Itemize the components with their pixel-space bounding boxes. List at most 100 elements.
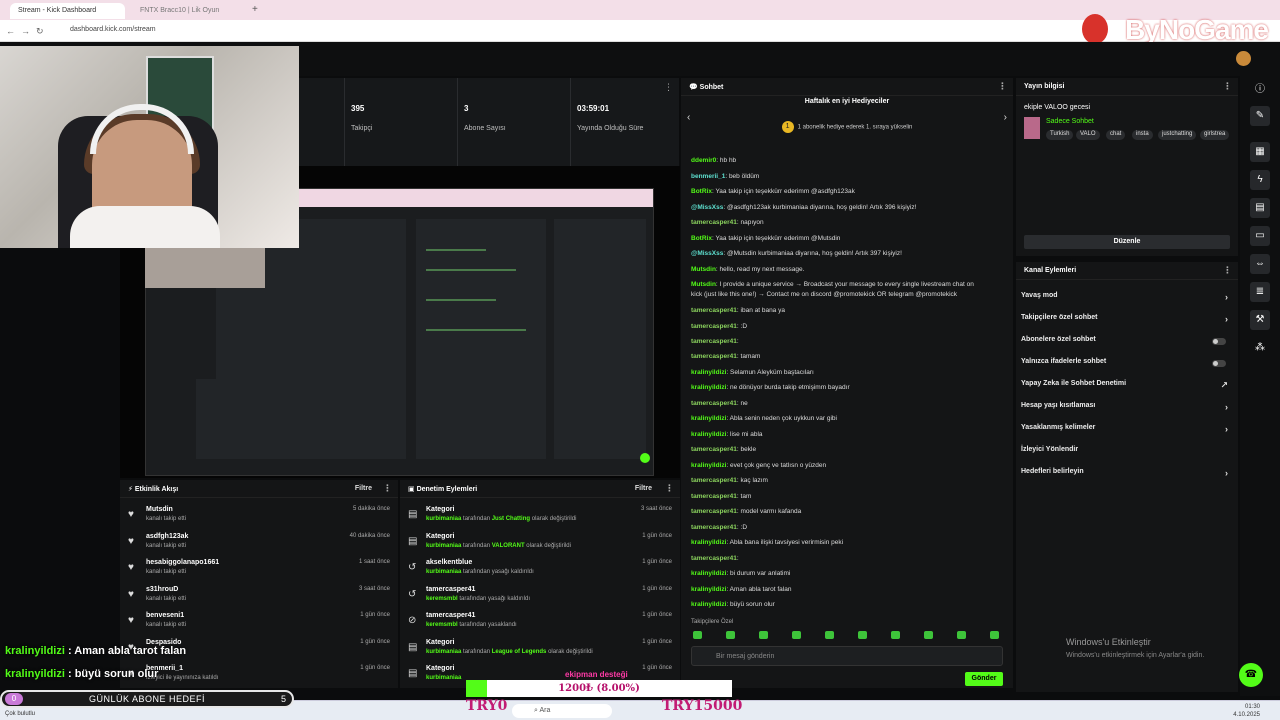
emote-icon[interactable] <box>825 631 834 639</box>
chat-username[interactable]: kralinyildizi <box>691 384 726 391</box>
chat-username[interactable]: tamercasper41 <box>691 524 737 531</box>
taskbar-weather[interactable]: Çok bulutlu <box>5 711 35 717</box>
activity-row[interactable]: ♥ asdfgh123ak kanalı takip etti 40 dakika ö… <box>120 529 398 556</box>
moderation-filter-button[interactable]: Filtre <box>635 485 652 492</box>
list-icon[interactable]: ≣ <box>1250 282 1270 302</box>
send-button[interactable]: Gönder <box>965 672 1003 686</box>
chat-username[interactable]: kralinyildizi <box>691 601 726 608</box>
channel-action-8[interactable]: Hedefleri belirleyin › <box>1021 468 1230 486</box>
help-chat-icon[interactable]: ☎ <box>1239 663 1263 687</box>
emote-icon[interactable] <box>957 631 966 639</box>
toggle-switch[interactable] <box>1212 360 1226 367</box>
wrench-icon[interactable]: ⚒ <box>1250 310 1270 330</box>
emote-icon[interactable] <box>924 631 933 639</box>
channel-action-7[interactable]: İzleyici Yönlendir <box>1021 446 1230 464</box>
moderation-menu-icon[interactable]: ⋮ <box>665 483 674 494</box>
channel-actions-menu-icon[interactable]: ⋮ <box>1223 265 1232 276</box>
activity-row[interactable]: ♥ benmerii_1 İzleyici ile yayınınıza katıl… <box>120 661 398 688</box>
toggle-switch[interactable] <box>1212 338 1226 345</box>
forward-icon[interactable]: → <box>21 26 30 36</box>
moderation-row[interactable]: ↺ tamercasper41 keremsmbl tarafından yasağ… <box>400 582 680 609</box>
activity-menu-icon[interactable]: ⋮ <box>383 483 392 494</box>
avatar[interactable] <box>1236 51 1251 66</box>
chat-username[interactable]: tamercasper41 <box>691 508 737 515</box>
channel-action-5[interactable]: Hesap yaşı kısıtlaması › <box>1021 402 1230 420</box>
chat-username[interactable]: tamercasper41 <box>691 400 737 407</box>
chat-username[interactable]: Mutsdin <box>691 266 716 273</box>
moderation-row[interactable]: ▤ Kategori kurbimaniaa tarafından Just Cha… <box>400 502 680 529</box>
chat-username[interactable]: tamercasper41 <box>691 477 737 484</box>
stream-tag[interactable]: insta <box>1132 130 1153 140</box>
share-icon[interactable]: ⁂ <box>1250 338 1270 358</box>
stats-menu-icon[interactable]: ⋮ <box>664 82 673 93</box>
reload-icon[interactable]: ↻ <box>36 26 44 37</box>
channel-action-6[interactable]: Yasaklanmış kelimeler › <box>1021 424 1230 442</box>
activity-row[interactable]: ♥ Mutsdin kanalı takip etti 5 dakika önce <box>120 502 398 529</box>
chat-username[interactable]: BotRix <box>691 188 712 195</box>
channel-action-2[interactable]: Abonelere özel sohbet <box>1021 336 1230 354</box>
stream-tag[interactable]: girlstrea <box>1200 130 1230 140</box>
activity-row[interactable]: ♥ s31hrouD kanalı takip etti 3 saat önce <box>120 582 398 609</box>
emote-icon[interactable] <box>726 631 735 639</box>
chat-username[interactable]: ddemir0 <box>691 157 716 164</box>
pencil-icon[interactable]: ✎ <box>1250 106 1270 126</box>
moderation-row[interactable]: ▤ Kategori kurbimaniaa tarafından League o… <box>400 635 680 662</box>
activity-row[interactable]: ♥ hesabiggolanapo1661 kanalı takip etti 1 s… <box>120 555 398 582</box>
url-input[interactable]: dashboard.kick.com/stream <box>70 26 156 33</box>
taskbar-search[interactable]: ⌕ Ara <box>512 704 612 718</box>
document-icon[interactable]: ▤ <box>1250 198 1270 218</box>
chat-username[interactable]: kralinyildizi <box>691 431 726 438</box>
chat-username[interactable]: tamercasper41 <box>691 353 737 360</box>
chat-input[interactable]: Bir mesaj gönderin <box>691 646 1003 666</box>
info-icon[interactable]: ⓘ <box>1250 80 1270 100</box>
back-icon[interactable]: ← <box>6 26 15 36</box>
edit-button[interactable]: Düzenle <box>1024 235 1230 249</box>
emote-icon[interactable] <box>858 631 867 639</box>
moderation-row[interactable]: ⊘ tamercasper41 keremsmbl tarafından yasak… <box>400 608 680 635</box>
chat-username[interactable]: tamercasper41 <box>691 555 737 562</box>
new-tab-icon[interactable]: + <box>252 4 258 15</box>
taskbar-clock[interactable]: 01:30 4.10.2025 <box>1233 703 1260 719</box>
chat-username[interactable]: tamercasper41 <box>691 446 737 453</box>
chat-menu-icon[interactable]: ⋮ <box>998 81 1007 92</box>
activity-row[interactable]: ♥ benveseni1 kanalı takip etti 1 gün önce <box>120 608 398 635</box>
stream-info-menu-icon[interactable]: ⋮ <box>1223 81 1232 92</box>
chat-username[interactable]: kralinyildizi <box>691 415 726 422</box>
chat-username[interactable]: kralinyildizi <box>691 369 726 376</box>
stream-tag[interactable]: Turkish <box>1046 130 1074 140</box>
chat-username[interactable]: tamercasper41 <box>691 323 737 330</box>
chat-username[interactable]: kralinyildizi <box>691 539 726 546</box>
chat-username[interactable]: tamercasper41 <box>691 307 737 314</box>
stream-tag[interactable]: VALO <box>1076 130 1100 140</box>
layout-icon[interactable]: ▦ <box>1250 142 1270 162</box>
activity-filter-button[interactable]: Filtre <box>355 485 372 492</box>
browser-tab-other[interactable]: FNTX Bracc10 | Lik Oyun <box>132 3 237 19</box>
chat-username[interactable]: kralinyildizi <box>691 586 726 593</box>
emote-icon[interactable] <box>990 631 999 639</box>
chat-username[interactable]: tamercasper41 <box>691 338 737 345</box>
chat-username[interactable]: Mutsdin <box>691 281 716 288</box>
chat-username[interactable]: kralinyildizi <box>691 570 726 577</box>
emote-icon[interactable] <box>891 631 900 639</box>
stream-tag[interactable]: justchatting <box>1158 130 1197 140</box>
chat-username[interactable]: kralinyildizi <box>691 462 726 469</box>
chat-username[interactable]: tamercasper41 <box>691 493 737 500</box>
channel-action-3[interactable]: Yalnızca ifadelerle sohbet <box>1021 358 1230 376</box>
chat-username[interactable]: @MissXss <box>691 250 723 257</box>
emote-icon[interactable] <box>759 631 768 639</box>
lightning-icon[interactable]: ϟ <box>1250 170 1270 190</box>
message-icon[interactable]: ▭ <box>1250 226 1270 246</box>
moderation-row[interactable]: ↺ akselkentblue kurbimaniaa tarafından yas… <box>400 555 680 582</box>
moderation-row[interactable]: ▤ Kategori kurbimaniaa tarafından VALORANT… <box>400 529 680 556</box>
chat-username[interactable]: tamercasper41 <box>691 219 737 226</box>
chat-username[interactable]: @MissXss <box>691 204 723 211</box>
emote-icon[interactable] <box>792 631 801 639</box>
channel-action-0[interactable]: Yavaş mod › <box>1021 292 1230 310</box>
channel-action-4[interactable]: Yapay Zeka ile Sohbet Denetimi ↗ <box>1021 380 1230 398</box>
channel-action-1[interactable]: Takipçilere özel sohbet › <box>1021 314 1230 332</box>
link-icon[interactable]: ⇔ <box>1250 254 1270 274</box>
chat-username[interactable]: BotRix <box>691 235 712 242</box>
browser-tab-kick[interactable]: Stream - Kick Dashboard <box>10 3 125 19</box>
emote-icon[interactable] <box>693 631 702 639</box>
stream-tag[interactable]: chat <box>1106 130 1126 140</box>
